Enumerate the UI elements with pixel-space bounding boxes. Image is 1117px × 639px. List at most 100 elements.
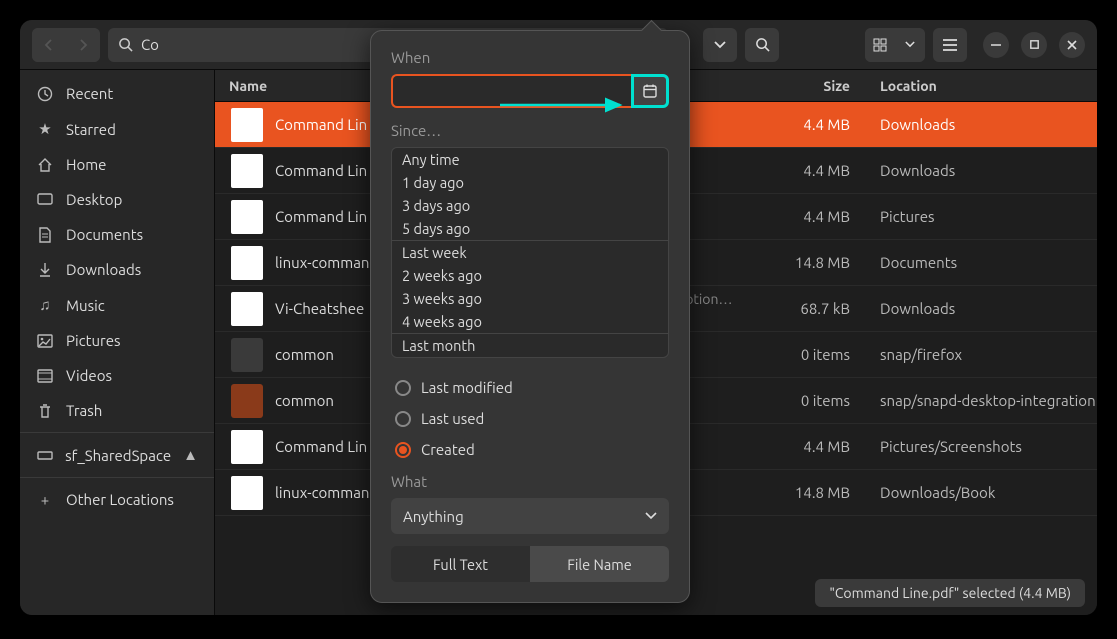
column-header-size[interactable]: Size <box>770 78 870 94</box>
file-location: Downloads <box>870 300 1097 317</box>
file-location: Downloads <box>870 116 1097 133</box>
sidebar-item-documents[interactable]: Documents <box>20 217 214 252</box>
since-option[interactable]: 3 weeks ago <box>392 287 668 310</box>
since-option[interactable]: 4 weeks ago <box>392 310 668 333</box>
search-scope-toggle: Full Text File Name <box>391 546 669 582</box>
full-text-toggle[interactable]: Full Text <box>391 546 530 582</box>
close-button[interactable] <box>1059 32 1085 58</box>
downloads-icon <box>36 262 54 278</box>
sidebar-item-music[interactable]: ♫ Music <box>20 287 214 323</box>
file-size: 4.4 MB <box>770 162 870 179</box>
search-options-dropdown[interactable] <box>703 28 737 62</box>
documents-icon <box>36 227 54 243</box>
radio-label: Last used <box>421 410 484 427</box>
calendar-button[interactable] <box>631 74 669 108</box>
search-icon <box>118 37 133 52</box>
home-icon <box>36 157 54 173</box>
sidebar-item-label: Home <box>66 156 106 173</box>
date-type-radio[interactable]: Created <box>391 434 669 465</box>
sidebar-item-shared[interactable]: sf_SharedSpace▲ <box>20 437 214 473</box>
file-location: Downloads <box>870 162 1097 179</box>
when-label: When <box>391 49 669 66</box>
file-location: snap/firefox <box>870 346 1097 363</box>
file-location: Documents <box>870 254 1097 271</box>
what-label: What <box>391 473 669 490</box>
grid-view-button[interactable] <box>865 28 895 62</box>
star-icon: ★ <box>36 120 54 138</box>
sidebar-item-desktop[interactable]: Desktop <box>20 182 214 217</box>
sidebar-item-label: Music <box>66 297 105 314</box>
since-option[interactable]: Last week <box>392 241 668 264</box>
pictures-icon <box>36 334 54 348</box>
file-name-toggle[interactable]: File Name <box>530 546 669 582</box>
since-option[interactable]: 3 days ago <box>392 194 668 217</box>
sidebar-item-videos[interactable]: Videos <box>20 358 214 393</box>
file-location: Pictures/Screenshots <box>870 438 1097 455</box>
forward-button[interactable] <box>66 28 100 62</box>
file-size: 4.4 MB <box>770 438 870 455</box>
sidebar-item-label: Trash <box>66 402 102 419</box>
search-button[interactable] <box>745 28 779 62</box>
sidebar-item-starred[interactable]: ★ Starred <box>20 111 214 147</box>
document-thumbnail <box>231 430 263 464</box>
file-size: 4.4 MB <box>770 116 870 133</box>
nav-buttons <box>32 28 100 62</box>
clock-icon <box>36 86 54 102</box>
document-thumbnail <box>231 476 263 510</box>
music-icon: ♫ <box>36 296 54 314</box>
file-size: 0 items <box>770 346 870 363</box>
what-type-select[interactable]: Anything <box>391 498 669 534</box>
file-size: 14.8 MB <box>770 484 870 501</box>
since-option[interactable]: 5 days ago <box>392 217 668 240</box>
column-header-location[interactable]: Location <box>870 78 1097 94</box>
sidebar-item-home[interactable]: Home <box>20 147 214 182</box>
sidebar-item-label: Pictures <box>66 332 121 349</box>
window-controls <box>983 32 1085 58</box>
file-size: 14.8 MB <box>770 254 870 271</box>
radio-label: Last modified <box>421 379 513 396</box>
view-options-dropdown[interactable] <box>895 28 925 62</box>
back-button[interactable] <box>32 28 66 62</box>
sidebar-item-label: Starred <box>66 121 116 138</box>
maximize-button[interactable] <box>1021 32 1047 58</box>
sidebar-item-pictures[interactable]: Pictures <box>20 323 214 358</box>
sidebar-item-label: Recent <box>66 85 113 102</box>
date-input[interactable] <box>391 74 631 108</box>
file-location: snap/snapd-desktop-integration <box>870 392 1097 409</box>
file-size: 4.4 MB <box>770 208 870 225</box>
sidebar-item-label: Desktop <box>66 191 122 208</box>
sidebar-item-label: Videos <box>66 367 112 384</box>
sidebar-item-other-locations[interactable]: +Other Locations <box>20 482 214 517</box>
sidebar-item-trash[interactable]: Trash <box>20 393 214 428</box>
sidebar-item-recent[interactable]: Recent <box>20 76 214 111</box>
date-type-radio[interactable]: Last used <box>391 403 669 434</box>
sidebar-item-label: Other Locations <box>66 491 174 508</box>
document-thumbnail <box>231 292 263 326</box>
radio-icon <box>395 442 411 458</box>
sidebar-item-label: Downloads <box>66 261 141 278</box>
since-option[interactable]: Last month <box>392 334 668 357</box>
document-thumbnail <box>231 246 263 280</box>
date-type-radio[interactable]: Last modified <box>391 372 669 403</box>
file-location: Pictures <box>870 208 1097 225</box>
hamburger-menu-button[interactable] <box>933 28 967 62</box>
minimize-button[interactable] <box>983 32 1009 58</box>
file-location: Downloads/Book <box>870 484 1097 501</box>
videos-icon <box>36 369 54 383</box>
since-label: Since… <box>391 122 669 139</box>
what-select-value: Anything <box>403 508 464 525</box>
file-size: 0 items <box>770 392 870 409</box>
drive-icon <box>36 449 53 461</box>
document-thumbnail <box>231 108 263 142</box>
folder-icon <box>231 384 263 418</box>
since-option[interactable]: Any time <box>392 148 668 171</box>
document-thumbnail <box>231 154 263 188</box>
search-filter-popover: When Since… Any time1 day ago3 days ago5… <box>370 30 690 603</box>
since-option[interactable]: 1 day ago <box>392 171 668 194</box>
sidebar-item-downloads[interactable]: Downloads <box>20 252 214 287</box>
sidebar-item-label: Documents <box>66 226 143 243</box>
eject-icon[interactable]: ▲ <box>183 446 198 464</box>
folder-icon <box>231 338 263 372</box>
calendar-icon <box>642 83 658 99</box>
since-option[interactable]: 2 weeks ago <box>392 264 668 287</box>
